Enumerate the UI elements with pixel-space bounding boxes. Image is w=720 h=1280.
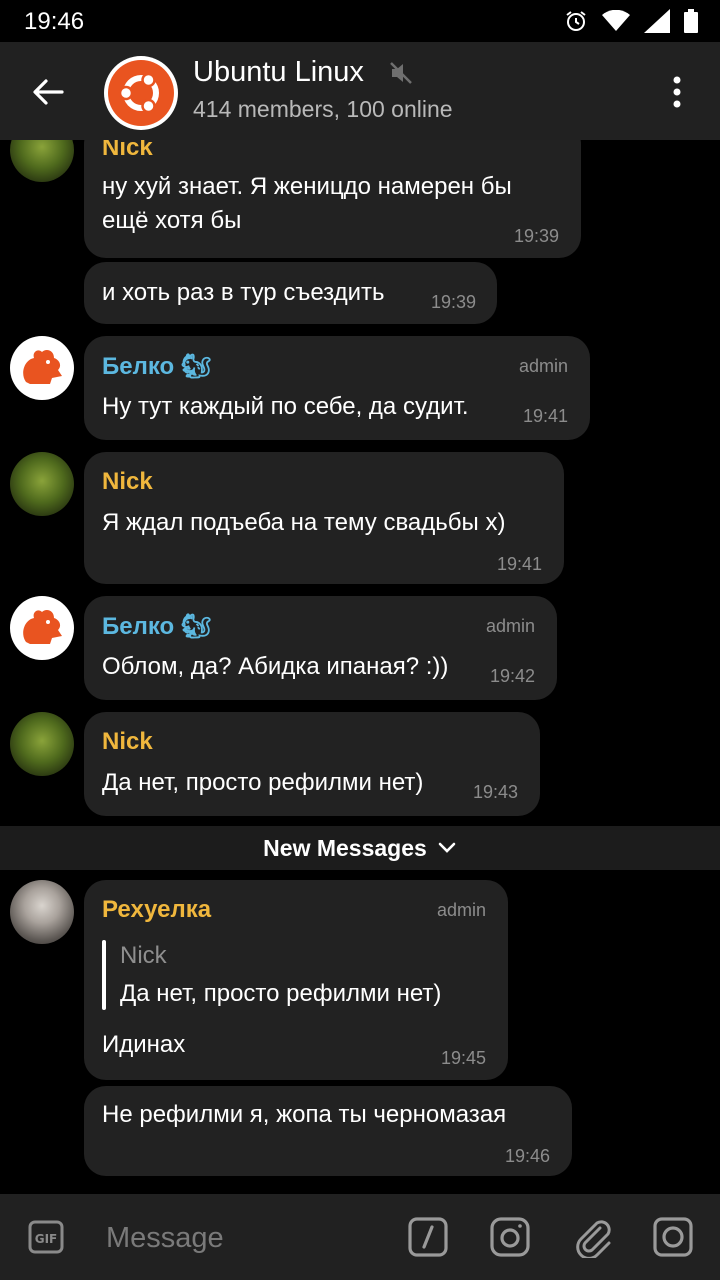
wifi-icon [602,10,630,31]
status-icons [564,8,698,34]
message-text: Да нет, просто рефилми нет) [102,769,424,796]
reply-quote-text[interactable]: Да нет, просто рефилми нет) [120,980,441,1008]
svg-text:GIF: GIF [35,1232,58,1246]
back-arrow-icon[interactable] [28,72,68,112]
message-bubble[interactable]: Белко 🐿 admin Ну тут каждый по себе, да … [84,336,590,440]
reply-quote-bar [102,940,106,1010]
avatar-nick[interactable] [10,712,74,776]
instant-camera-icon[interactable] [652,1216,694,1258]
message-sender[interactable]: Nick [102,468,153,496]
avatar-belko[interactable] [10,336,74,400]
message-text: Идинах [102,1031,186,1058]
reply-quote-name[interactable]: Nick [120,942,167,970]
battery-icon [684,9,698,33]
message-time: 19:41 [497,554,543,574]
squirrel-logo-icon [23,350,62,384]
message-bubble[interactable]: Nick Да нет, просто рефилми нет) 19:43 [84,712,540,816]
avatar-belko[interactable] [10,596,74,660]
chat-subtitle: 414 members, 100 online [193,96,453,122]
ubuntu-logo-icon [108,60,174,126]
avatar-rexuelka[interactable] [10,880,74,944]
message-text: Не рефилми я, жопа ты черномазая [102,1101,507,1128]
admin-badge: admin [437,900,487,920]
gif-icon[interactable]: GIF [28,1220,64,1254]
camera-icon[interactable] [489,1216,531,1258]
message-list[interactable]: Nick ну хуй знает. Я женицдо намерен бы … [0,140,720,1194]
message-input[interactable] [106,1218,386,1258]
message-composer: GIF [0,1194,720,1280]
message-text: и хоть раз в тур съездить [102,279,385,306]
chat-title[interactable]: Ubuntu Linux [193,56,364,89]
message-time: 19:45 [441,1048,487,1068]
admin-badge: admin [486,616,536,636]
message-time: 19:46 [505,1146,551,1166]
message-sender[interactable]: Рехуелка [102,896,211,924]
bot-commands-icon[interactable] [407,1216,449,1258]
avatar-nick[interactable] [10,140,74,182]
squirrel-logo-icon [23,610,62,644]
signal-icon [644,9,670,33]
message-time: 19:39 [431,292,477,312]
more-options-icon[interactable] [668,74,686,110]
avatar-nick[interactable] [10,452,74,516]
message-sender[interactable]: Белко 🐿 [102,352,211,381]
new-messages-divider[interactable]: New Messages [0,826,720,870]
message-bubble[interactable]: Белко 🐿 admin Облом, да? Абидка ипаная? … [84,596,557,700]
alarm-icon [566,11,586,31]
message-bubble[interactable]: Nick ну хуй знает. Я женицдо намерен бы … [84,140,581,258]
admin-badge: admin [519,356,569,376]
message-time: 19:41 [523,406,569,426]
message-text: Облом, да? Абидка ипаная? :)) [102,653,449,680]
message-sender[interactable]: Nick [102,140,153,162]
chevron-down-icon [438,842,456,853]
message-time: 19:39 [514,226,560,246]
message-bubble[interactable]: и хоть раз в тур съездить 19:39 [84,262,497,324]
group-avatar[interactable] [104,56,178,130]
message-sender[interactable]: Nick [102,728,153,756]
message-bubble[interactable]: Не рефилми я, жопа ты черномазая 19:46 [84,1086,572,1176]
message-time: 19:42 [490,666,536,686]
message-bubble[interactable]: Рехуелка admin Nick Да нет, просто рефил… [84,880,508,1080]
status-time: 19:46 [24,8,85,35]
muted-speaker-icon [390,62,412,84]
message-time: 19:43 [473,782,519,802]
message-text: Я ждал подъеба на тему свадьбы х) [102,509,506,536]
status-bar: 19:46 [0,0,720,42]
message-text: ну хуй знает. Я женицдо намерен бы ещё х… [102,173,512,234]
new-messages-label: New Messages [263,834,427,861]
attach-paperclip-icon[interactable] [572,1216,614,1258]
message-text: Ну тут каждый по себе, да судит. [102,393,469,420]
message-bubble[interactable]: Nick Я ждал подъеба на тему свадьбы х) 1… [84,452,564,584]
chat-header: Ubuntu Linux 414 members, 100 online [0,42,720,140]
message-sender[interactable]: Белко 🐿 [102,612,211,641]
